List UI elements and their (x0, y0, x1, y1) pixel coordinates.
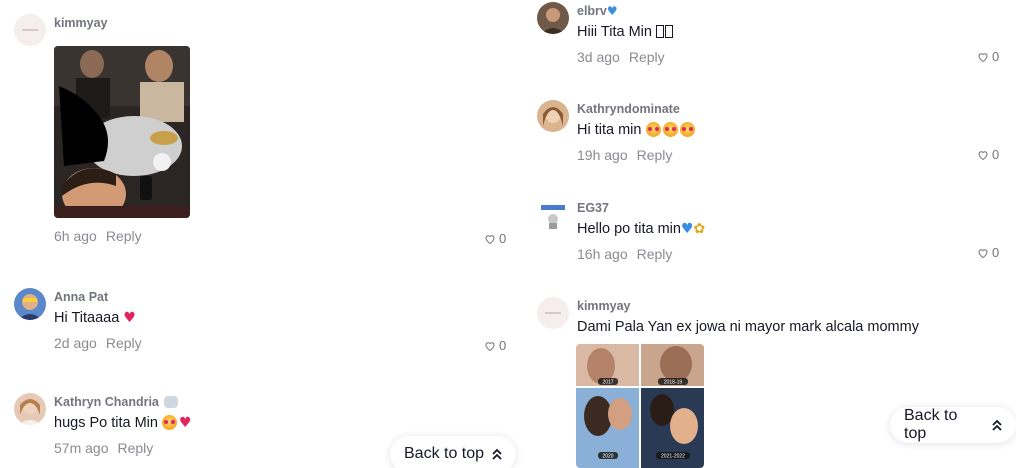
comment-elbrv: elbrv♥ Hiii Tita Min 3d ago Reply 0 (537, 2, 1007, 72)
username[interactable]: Anna Pat (54, 288, 142, 306)
username[interactable]: kimmyay (577, 297, 919, 315)
comment-meta: 16h ago Reply (577, 244, 705, 264)
heart-outline-icon (485, 234, 495, 244)
username[interactable]: elbrv♥ (577, 2, 673, 20)
heart-outline-icon (978, 150, 988, 160)
comment-kimmyay-left: kimmyay 6h ago Reply 0 (14, 14, 514, 254)
back-to-top-label: Back to top (404, 445, 485, 462)
comment-photo-collage[interactable]: 2017 2018-19 2020 2021-2022 (576, 344, 704, 468)
back-to-top-label: Back to top (904, 407, 958, 442)
comment-text: Hello po tita min♥✿ (577, 221, 706, 237)
comment-kathryn-chandria: Kathryn Chandria hugs Po tita Min ♥ 57m … (14, 393, 394, 463)
like-count: 0 (992, 245, 1000, 260)
username[interactable]: kimmyay (54, 14, 108, 32)
heart-eyes-face-icon (679, 122, 695, 137)
comment-meta: 2d ago Reply (54, 333, 142, 353)
comment-anna-pat: Anna Pat Hi Titaaaa ♥ 2d ago Reply 0 (14, 288, 514, 358)
comment-meta: 6h ago Reply (54, 226, 142, 246)
back-to-top-button[interactable]: Back to top (890, 407, 1016, 443)
like-button[interactable]: 0 (977, 49, 999, 64)
comment-eg37: EG37 Hello po tita min♥✿ 16h ago Reply 0 (537, 199, 1007, 269)
comment-photo[interactable] (54, 46, 190, 218)
reply-button[interactable]: Reply (106, 228, 142, 244)
reply-button[interactable]: Reply (106, 335, 142, 351)
heart-outline-icon (978, 52, 988, 62)
reply-button[interactable]: Reply (629, 49, 665, 65)
avatar[interactable] (537, 2, 569, 34)
avatar[interactable] (14, 14, 46, 46)
timestamp: 16h ago (577, 246, 628, 262)
collage-label: 2018-19 (664, 380, 683, 386)
heart-outline-icon (978, 248, 988, 258)
like-count: 0 (992, 49, 1000, 64)
comment-meta: 57m ago Reply (54, 438, 192, 458)
comment-text: Hiii Tita Min (577, 22, 673, 42)
collage-label: 2021-2022 (661, 454, 685, 460)
like-button[interactable]: 0 (484, 338, 506, 353)
comment-text: Hi Titaaaa ♥ (54, 310, 136, 326)
collage-label: 2017 (602, 380, 613, 386)
timestamp: 19h ago (577, 147, 628, 163)
comment-text: hugs Po tita Min ♥ (54, 415, 192, 431)
timestamp: 57m ago (54, 440, 109, 456)
comment-text: Dami Pala Yan ex jowa ni mayor mark alca… (577, 319, 919, 335)
like-count: 0 (499, 231, 507, 246)
avatar[interactable] (537, 199, 569, 231)
sunflower-icon: ✿ (693, 221, 706, 237)
missing-glyph-icon (664, 25, 673, 38)
back-to-top-button[interactable]: Back to top (390, 436, 517, 468)
double-chevron-up-icon (492, 448, 502, 460)
like-button[interactable]: 0 (977, 245, 999, 260)
comment-meta: 3d ago Reply (577, 47, 673, 67)
reply-button[interactable]: Reply (637, 147, 673, 163)
smiling-face-icon (162, 415, 178, 430)
reply-button[interactable]: Reply (117, 440, 153, 456)
elephant-icon (164, 396, 179, 408)
missing-glyph-icon (655, 25, 664, 38)
comment-kathryndominate: Kathryndominate Hi tita min 19h ago Reply… (537, 100, 1007, 170)
username[interactable]: EG37 (577, 199, 705, 217)
heart-outline-icon (485, 341, 495, 351)
timestamp: 2d ago (54, 335, 97, 351)
timestamp: 6h ago (54, 228, 97, 244)
comment-meta: 19h ago Reply (577, 145, 697, 165)
avatar[interactable] (537, 100, 569, 132)
heart-eyes-face-icon (662, 122, 678, 137)
red-heart-icon: ♥ (179, 415, 192, 431)
double-chevron-up-icon (992, 419, 1002, 431)
like-count: 0 (992, 147, 1000, 162)
timestamp: 3d ago (577, 49, 620, 65)
like-count: 0 (499, 338, 507, 353)
avatar[interactable] (14, 393, 46, 425)
comment-text: Hi tita min (577, 120, 697, 140)
username[interactable]: Kathryndominate (577, 100, 697, 118)
username[interactable]: Kathryn Chandria (54, 393, 192, 411)
heart-eyes-face-icon (645, 122, 661, 137)
avatar[interactable] (14, 288, 46, 320)
avatar[interactable] (537, 297, 569, 329)
like-button[interactable]: 0 (977, 147, 999, 162)
collage-label: 2020 (602, 454, 613, 460)
red-heart-icon: ♥ (123, 310, 136, 326)
like-button[interactable]: 0 (484, 231, 506, 246)
reply-button[interactable]: Reply (637, 246, 673, 262)
blue-heart-icon: ♥ (606, 4, 618, 18)
blue-heart-icon: ♥ (680, 221, 694, 237)
